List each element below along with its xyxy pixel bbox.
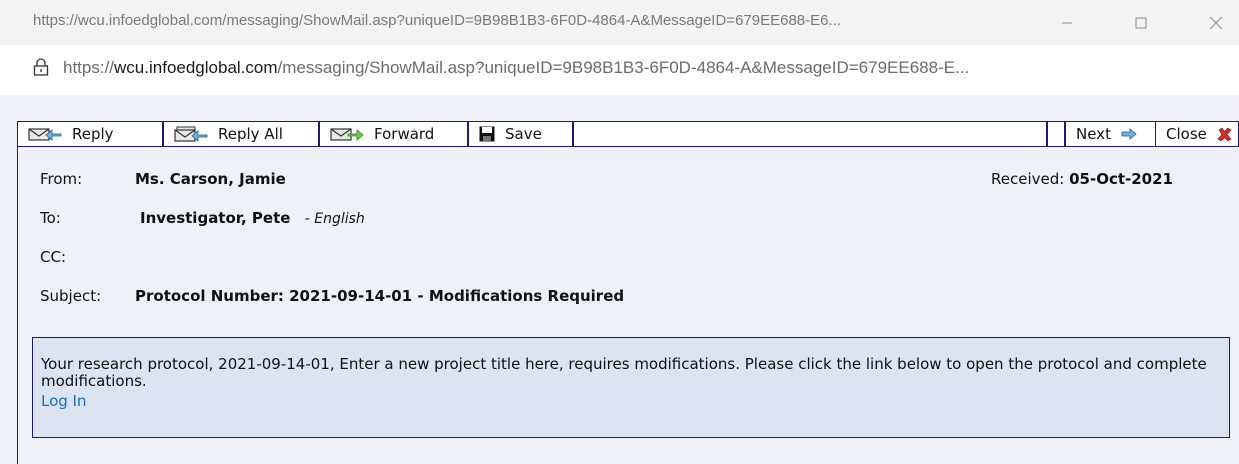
toolbar-spacer [574, 122, 1048, 146]
lock-icon [33, 58, 49, 76]
next-label: Next [1076, 125, 1111, 143]
reply-all-button[interactable]: Reply All [164, 122, 320, 146]
subject-value: Protocol Number: 2021-09-14-01 - Modific… [135, 287, 625, 305]
floppy-disk-icon [479, 126, 495, 142]
arrow-right-icon [1121, 128, 1137, 140]
cc-label: CC: [40, 248, 67, 266]
to-value: Investigator, Pete [140, 209, 291, 227]
envelope-forward-icon [330, 126, 364, 142]
from-value: Ms. Carson, Jamie [135, 170, 286, 188]
maximize-icon [1135, 17, 1147, 29]
minimize-button[interactable] [1044, 6, 1090, 40]
url-path: /messaging/ShowMail.asp?uniqueID=9B98B1B… [277, 58, 970, 77]
to-language: - English [304, 211, 365, 227]
received-date: 05-Oct-2021 [1069, 170, 1173, 188]
forward-label: Forward [374, 125, 435, 143]
reply-button[interactable]: Reply [18, 122, 164, 146]
save-label: Save [505, 125, 542, 143]
to-label: To: [40, 209, 61, 227]
url-prefix: https:// [63, 58, 115, 77]
red-x-icon [1217, 127, 1232, 142]
mail-toolbar: Reply Reply All Forward Save Next Close [17, 121, 1239, 147]
close-window-button[interactable] [1193, 6, 1239, 40]
window-titlebar: https://wcu.infoedglobal.com/messaging/S… [0, 0, 1239, 45]
message-body-box: Your research protocol, 2021-09-14-01, E… [32, 337, 1230, 438]
toolbar-separator [1048, 122, 1066, 146]
close-label: Close [1166, 125, 1207, 143]
window-title: https://wcu.infoedglobal.com/messaging/S… [33, 12, 841, 29]
message-body: Your research protocol, 2021-09-14-01, E… [41, 355, 1207, 390]
reply-label: Reply [72, 125, 114, 143]
subject-label: Subject: [40, 287, 102, 305]
reply-all-label: Reply All [218, 125, 283, 143]
forward-button[interactable]: Forward [320, 122, 469, 146]
envelope-reply-all-icon [174, 126, 208, 142]
envelope-reply-icon [28, 126, 62, 142]
save-button[interactable]: Save [469, 122, 574, 146]
to-field: Investigator, Pete - English [140, 209, 365, 227]
minimize-icon [1062, 22, 1072, 24]
log-in-link[interactable]: Log In [41, 392, 87, 410]
from-label: From: [40, 170, 83, 188]
close-button[interactable]: Close [1156, 122, 1238, 146]
received-label: Received: [991, 170, 1065, 188]
address-url[interactable]: https://wcu.infoedglobal.com/messaging/S… [63, 58, 969, 78]
url-host: wcu.infoedglobal.com [114, 58, 278, 77]
close-window-icon [1209, 16, 1223, 30]
maximize-button[interactable] [1118, 6, 1164, 40]
received-field: Received: 05-Oct-2021 [991, 170, 1173, 188]
next-button[interactable]: Next [1066, 122, 1156, 146]
